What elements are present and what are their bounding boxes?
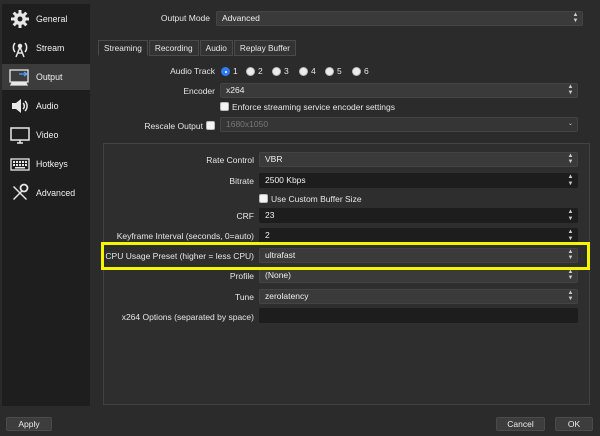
radio-label: 2	[258, 66, 263, 76]
keyboard-icon	[9, 153, 31, 175]
audio-track-radio-6[interactable]	[352, 67, 361, 76]
sidebar-item-label: Video	[36, 130, 59, 140]
tune-label: Tune	[234, 292, 254, 302]
sidebar-item-video[interactable]: Video	[2, 122, 90, 148]
chevron-updown-icon: ▲ ▼	[572, 12, 579, 24]
sidebar-item-hotkeys[interactable]: Hotkeys	[2, 151, 90, 177]
sidebar-item-label: Output	[36, 72, 63, 82]
tune-select[interactable]: zerolatency ▲ ▼	[259, 289, 578, 304]
rescale-output-checkbox[interactable]	[206, 121, 215, 130]
sidebar-item-advanced[interactable]: Advanced	[2, 180, 90, 206]
sidebar-item-output[interactable]: Output	[2, 64, 90, 90]
cancel-button[interactable]: Cancel	[496, 417, 545, 431]
highlight-box	[101, 242, 590, 270]
sidebar-item-general[interactable]: General	[2, 6, 90, 32]
radio-label: 4	[311, 66, 316, 76]
encoder-value: x264	[226, 85, 245, 95]
sidebar-item-audio[interactable]: Audio	[2, 93, 90, 119]
spin-arrows-icon[interactable]: ▲ ▼	[566, 229, 575, 242]
tab-streaming[interactable]: Streaming	[98, 40, 148, 56]
monitor-output-icon	[9, 66, 31, 88]
keyframe-interval-label: Keyframe Interval (seconds, 0=auto)	[116, 231, 254, 241]
keyframe-value: 2	[265, 230, 270, 240]
spin-arrows-icon[interactable]: ▲ ▼	[566, 174, 575, 187]
sidebar-item-label: Advanced	[36, 188, 76, 198]
profile-label: Profile	[229, 271, 254, 281]
sidebar-item-label: Hotkeys	[36, 159, 68, 169]
tune-value: zerolatency	[265, 291, 309, 301]
radio-label: 1	[233, 66, 238, 76]
encoder-label: Encoder	[183, 86, 215, 96]
radio-label: 5	[337, 66, 342, 76]
chevron-updown-icon: ▲ ▼	[567, 153, 574, 165]
bitrate-value: 2500 Kbps	[265, 175, 306, 185]
tab-recording[interactable]: Recording	[148, 40, 199, 56]
rate-control-value: VBR	[265, 154, 283, 164]
display-icon	[9, 124, 31, 146]
bitrate-spinbox[interactable]: 2500 Kbps ▲ ▼	[259, 173, 578, 188]
tab-replay-buffer[interactable]: Replay Buffer	[233, 40, 297, 56]
crf-label: CRF	[236, 211, 254, 221]
audio-track-radio-5[interactable]	[325, 67, 334, 76]
audio-track-radio-1[interactable]	[221, 67, 230, 76]
sidebar-item-label: Stream	[36, 43, 65, 53]
tab-audio[interactable]: Audio	[199, 40, 233, 56]
output-mode-label: Output Mode	[160, 13, 210, 23]
keyframe-interval-spinbox[interactable]: 2 ▲ ▼	[259, 228, 578, 243]
audio-track-radio-2[interactable]	[246, 67, 255, 76]
chevron-updown-icon: ▲ ▼	[567, 84, 574, 96]
sidebar-item-label: Audio	[36, 101, 59, 111]
x264-options-label: x264 Options (separated by space)	[121, 312, 254, 322]
enforce-encoder-checkbox[interactable]	[220, 102, 229, 111]
custom-buffer-checkbox[interactable]	[259, 194, 268, 203]
sidebar-item-stream[interactable]: Stream	[2, 35, 90, 61]
output-mode-value: Advanced	[222, 13, 260, 23]
enforce-encoder-label: Enforce streaming service encoder settin…	[232, 102, 395, 112]
custom-buffer-label: Use Custom Buffer Size	[271, 194, 362, 204]
rate-control-select[interactable]: VBR ▲ ▼	[259, 152, 578, 167]
radio-label: 6	[364, 66, 369, 76]
sidebar-item-label: General	[36, 14, 68, 24]
chevron-updown-icon: ▲ ▼	[567, 290, 574, 302]
profile-select[interactable]: (None) ▲ ▼	[259, 268, 578, 283]
chevron-updown-icon: ▲ ▼	[567, 269, 574, 281]
spin-arrows-icon[interactable]: ▲ ▼	[566, 209, 575, 222]
rescale-value: 1680x1050	[226, 119, 269, 129]
audio-track-radio-3[interactable]	[272, 67, 281, 76]
apply-button[interactable]: Apply	[6, 417, 52, 431]
audio-track-radio-4[interactable]	[299, 67, 308, 76]
antenna-icon	[9, 37, 31, 59]
crf-spinbox[interactable]: 23 ▲ ▼	[259, 208, 578, 223]
ok-button[interactable]: OK	[555, 417, 593, 431]
rate-control-label: Rate Control	[206, 155, 254, 165]
radio-label: 3	[284, 66, 289, 76]
rescale-output-label: Rescale Output	[144, 121, 203, 131]
speaker-icon	[9, 95, 31, 117]
gear-icon	[9, 8, 31, 30]
rescale-resolution-select[interactable]: 1680x1050 ⌄	[220, 117, 578, 132]
tools-icon	[9, 182, 31, 204]
audio-track-label: Audio Track	[170, 66, 215, 76]
crf-value: 23	[265, 210, 275, 220]
chevron-down-icon: ⌄	[567, 121, 574, 127]
x264-options-input[interactable]	[259, 308, 578, 323]
encoder-select[interactable]: x264 ▲ ▼	[220, 83, 578, 98]
profile-value: (None)	[265, 270, 291, 280]
bitrate-label: Bitrate	[229, 176, 254, 186]
output-mode-select[interactable]: Advanced ▲ ▼	[216, 11, 583, 26]
output-tabs: Streaming Recording Audio Replay Buffer	[98, 40, 297, 56]
settings-sidebar: General Stream Output Audio Video Hotkey…	[2, 4, 90, 406]
